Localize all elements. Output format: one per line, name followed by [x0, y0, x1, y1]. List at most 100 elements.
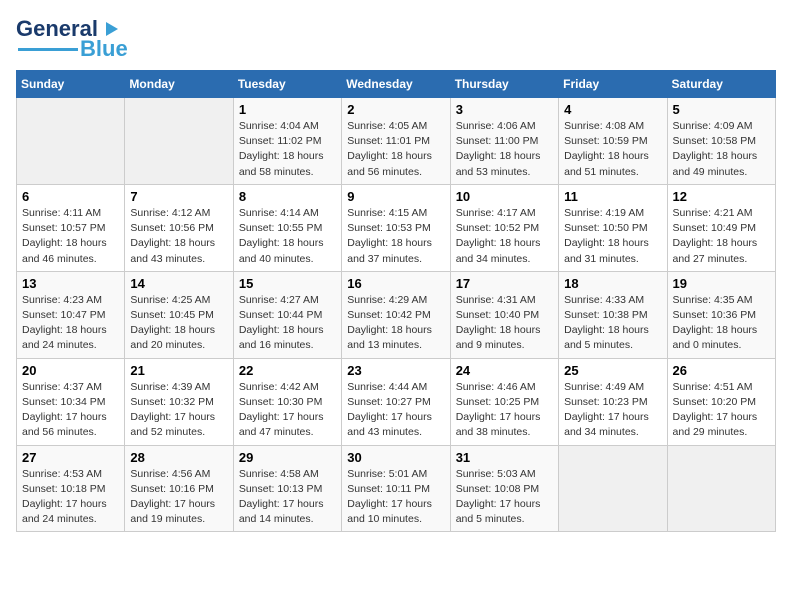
- calendar-cell: 6Sunrise: 4:11 AM Sunset: 10:57 PM Dayli…: [17, 184, 125, 271]
- weekday-header: Wednesday: [342, 71, 450, 98]
- day-info: Sunrise: 4:42 AM Sunset: 10:30 PM Daylig…: [239, 380, 336, 441]
- day-info: Sunrise: 5:03 AM Sunset: 10:08 PM Daylig…: [456, 467, 553, 528]
- weekday-header: Saturday: [667, 71, 775, 98]
- day-info: Sunrise: 4:49 AM Sunset: 10:23 PM Daylig…: [564, 380, 661, 441]
- calendar-cell: 21Sunrise: 4:39 AM Sunset: 10:32 PM Dayl…: [125, 358, 233, 445]
- calendar-cell: 25 Sunrise: 4:49 AM Sunset: 10:23 PM Dayl…: [559, 358, 667, 445]
- calendar-cell: 5 Sunrise: 4:09 AM Sunset: 10:58 PM Dayli…: [667, 98, 775, 185]
- calendar-table: SundayMondayTuesdayWednesdayThursdayFrid…: [16, 70, 776, 532]
- day-info: Sunrise: 4:25 AM Sunset: 10:45 PM Daylig…: [130, 293, 227, 354]
- day-number: 12: [673, 189, 770, 204]
- day-number: 8: [239, 189, 336, 204]
- day-info: Sunrise: 4:33 AM Sunset: 10:38 PM Daylig…: [564, 293, 661, 354]
- day-info: Sunrise: 5:01 AM Sunset: 10:11 PM Daylig…: [347, 467, 444, 528]
- day-number: 31: [456, 450, 553, 465]
- day-info: Sunrise: 4:27 AM Sunset: 10:44 PM Daylig…: [239, 293, 336, 354]
- calendar-cell: 23 Sunrise: 4:44 AM Sunset: 10:27 PM Dayl…: [342, 358, 450, 445]
- day-number: 7: [130, 189, 227, 204]
- calendar-cell: 16 Sunrise: 4:29 AM Sunset: 10:42 PM Dayl…: [342, 271, 450, 358]
- day-number: 14: [130, 276, 227, 291]
- calendar-cell: 20 Sunrise: 4:37 AM Sunset: 10:34 PM Dayl…: [17, 358, 125, 445]
- day-info: Sunrise: 4:37 AM Sunset: 10:34 PM Daylig…: [22, 380, 119, 441]
- day-info: Sunrise: 4:46 AM Sunset: 10:25 PM Daylig…: [456, 380, 553, 441]
- day-info: Sunrise: 4:44 AM Sunset: 10:27 PM Daylig…: [347, 380, 444, 441]
- day-info: Sunrise: 4:53 AM Sunset: 10:18 PM Daylig…: [22, 467, 119, 528]
- logo: General Blue: [16, 16, 128, 62]
- day-number: 16: [347, 276, 444, 291]
- day-number: 11: [564, 189, 661, 204]
- day-number: 1: [239, 102, 336, 117]
- calendar-cell: 27 Sunrise: 4:53 AM Sunset: 10:18 PM Dayl…: [17, 445, 125, 532]
- calendar-cell: 22 Sunrise: 4:42 AM Sunset: 10:30 PM Dayl…: [233, 358, 341, 445]
- calendar-cell: 9 Sunrise: 4:15 AM Sunset: 10:53 PM Dayli…: [342, 184, 450, 271]
- day-number: 13: [22, 276, 119, 291]
- calendar-cell: 17Sunrise: 4:31 AM Sunset: 10:40 PM Dayl…: [450, 271, 558, 358]
- day-number: 6: [22, 189, 119, 204]
- weekday-header: Monday: [125, 71, 233, 98]
- day-number: 9: [347, 189, 444, 204]
- day-info: Sunrise: 4:29 AM Sunset: 10:42 PM Daylig…: [347, 293, 444, 354]
- day-info: Sunrise: 4:23 AM Sunset: 10:47 PM Daylig…: [22, 293, 119, 354]
- day-number: 21: [130, 363, 227, 378]
- day-number: 27: [22, 450, 119, 465]
- day-info: Sunrise: 4:15 AM Sunset: 10:53 PM Daylig…: [347, 206, 444, 267]
- calendar-cell: 2Sunrise: 4:05 AM Sunset: 11:01 PM Dayli…: [342, 98, 450, 185]
- calendar-cell: 26 Sunrise: 4:51 AM Sunset: 10:20 PM Dayl…: [667, 358, 775, 445]
- calendar-cell: 30 Sunrise: 5:01 AM Sunset: 10:11 PM Dayl…: [342, 445, 450, 532]
- calendar-cell: 10 Sunrise: 4:17 AM Sunset: 10:52 PM Dayl…: [450, 184, 558, 271]
- day-info: Sunrise: 4:08 AM Sunset: 10:59 PM Daylig…: [564, 119, 661, 180]
- day-info: Sunrise: 4:35 AM Sunset: 10:36 PM Daylig…: [673, 293, 770, 354]
- day-info: Sunrise: 4:04 AM Sunset: 11:02 PM Daylig…: [239, 119, 336, 180]
- weekday-header: Thursday: [450, 71, 558, 98]
- page-header: General Blue: [16, 16, 776, 62]
- weekday-header: Friday: [559, 71, 667, 98]
- day-info: Sunrise: 4:19 AM Sunset: 10:50 PM Daylig…: [564, 206, 661, 267]
- calendar-cell: 24 Sunrise: 4:46 AM Sunset: 10:25 PM Dayl…: [450, 358, 558, 445]
- weekday-header: Tuesday: [233, 71, 341, 98]
- day-number: 4: [564, 102, 661, 117]
- calendar-cell: 1 Sunrise: 4:04 AM Sunset: 11:02 PM Dayli…: [233, 98, 341, 185]
- calendar-cell: 11 Sunrise: 4:19 AM Sunset: 10:50 PM Dayl…: [559, 184, 667, 271]
- day-number: 22: [239, 363, 336, 378]
- day-info: Sunrise: 4:51 AM Sunset: 10:20 PM Daylig…: [673, 380, 770, 441]
- day-info: Sunrise: 4:09 AM Sunset: 10:58 PM Daylig…: [673, 119, 770, 180]
- day-info: Sunrise: 4:05 AM Sunset: 11:01 PM Daylig…: [347, 119, 444, 180]
- calendar-cell: 15 Sunrise: 4:27 AM Sunset: 10:44 PM Dayl…: [233, 271, 341, 358]
- day-info: Sunrise: 4:12 AM Sunset: 10:56 PM Daylig…: [130, 206, 227, 267]
- day-info: Sunrise: 4:31 AM Sunset: 10:40 PM Daylig…: [456, 293, 553, 354]
- calendar-cell: 4 Sunrise: 4:08 AM Sunset: 10:59 PM Dayli…: [559, 98, 667, 185]
- day-info: Sunrise: 4:14 AM Sunset: 10:55 PM Daylig…: [239, 206, 336, 267]
- calendar-cell: [17, 98, 125, 185]
- day-info: Sunrise: 4:06 AM Sunset: 11:00 PM Daylig…: [456, 119, 553, 180]
- day-number: 10: [456, 189, 553, 204]
- day-info: Sunrise: 4:17 AM Sunset: 10:52 PM Daylig…: [456, 206, 553, 267]
- calendar-cell: 12 Sunrise: 4:21 AM Sunset: 10:49 PM Dayl…: [667, 184, 775, 271]
- calendar-cell: 14 Sunrise: 4:25 AM Sunset: 10:45 PM Dayl…: [125, 271, 233, 358]
- day-number: 26: [673, 363, 770, 378]
- day-number: 28: [130, 450, 227, 465]
- day-number: 25: [564, 363, 661, 378]
- calendar-cell: 3 Sunrise: 4:06 AM Sunset: 11:00 PM Dayli…: [450, 98, 558, 185]
- calendar-cell: [559, 445, 667, 532]
- day-number: 5: [673, 102, 770, 117]
- weekday-header: Sunday: [17, 71, 125, 98]
- day-number: 23: [347, 363, 444, 378]
- day-number: 30: [347, 450, 444, 465]
- calendar-cell: 13 Sunrise: 4:23 AM Sunset: 10:47 PM Dayl…: [17, 271, 125, 358]
- day-number: 20: [22, 363, 119, 378]
- calendar-cell: 18Sunrise: 4:33 AM Sunset: 10:38 PM Dayl…: [559, 271, 667, 358]
- calendar-cell: [125, 98, 233, 185]
- day-info: Sunrise: 4:58 AM Sunset: 10:13 PM Daylig…: [239, 467, 336, 528]
- calendar-cell: 19Sunrise: 4:35 AM Sunset: 10:36 PM Dayl…: [667, 271, 775, 358]
- day-info: Sunrise: 4:21 AM Sunset: 10:49 PM Daylig…: [673, 206, 770, 267]
- calendar-cell: 7 Sunrise: 4:12 AM Sunset: 10:56 PM Dayli…: [125, 184, 233, 271]
- calendar-cell: 8 Sunrise: 4:14 AM Sunset: 10:55 PM Dayli…: [233, 184, 341, 271]
- day-number: 24: [456, 363, 553, 378]
- day-number: 15: [239, 276, 336, 291]
- day-info: Sunrise: 4:56 AM Sunset: 10:16 PM Daylig…: [130, 467, 227, 528]
- day-number: 3: [456, 102, 553, 117]
- calendar-cell: [667, 445, 775, 532]
- calendar-cell: 31 Sunrise: 5:03 AM Sunset: 10:08 PM Dayl…: [450, 445, 558, 532]
- logo-blue: Blue: [80, 36, 128, 62]
- day-number: 29: [239, 450, 336, 465]
